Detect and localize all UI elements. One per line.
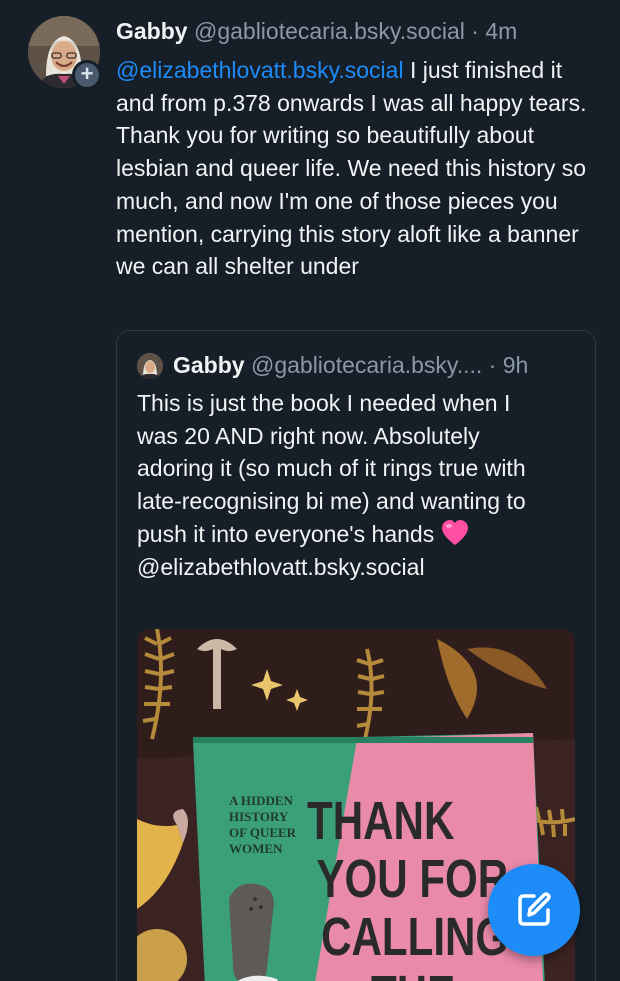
quoted-author-handle[interactable]: @gabliotecaria.bsky....: [251, 352, 482, 378]
quoted-author-avatar: [137, 353, 163, 379]
book-subtitle-line2: HISTORY: [229, 809, 289, 824]
post-item[interactable]: + Gabby @gabliotecaria.bsky.social · 4m …: [0, 0, 620, 981]
pink-heart-icon: [441, 519, 468, 545]
post-header: Gabby @gabliotecaria.bsky.social · 4m: [116, 16, 517, 46]
quoted-post-header: Gabby @gabliotecaria.bsky.... · 9h: [173, 349, 528, 381]
quoted-separator-dot: ·: [488, 352, 497, 378]
quoted-post-time[interactable]: 9h: [503, 352, 529, 378]
quoted-mention[interactable]: @elizabethlovatt.bsky.social: [137, 554, 425, 580]
book-title-line4: THE: [371, 965, 455, 981]
post-text: @elizabethlovatt.bsky.social I just fini…: [116, 54, 606, 283]
compose-icon: [518, 892, 551, 926]
book-title-line3: CALLING: [321, 907, 508, 967]
post-time[interactable]: 4m: [485, 18, 517, 44]
separator-dot: ·: [471, 18, 479, 44]
author-avatar[interactable]: +: [28, 16, 102, 90]
quoted-post-text: This is just the book I needed when I wa…: [137, 387, 537, 583]
compose-button[interactable]: [488, 864, 580, 956]
book-title-line2: YOU FOR: [316, 849, 508, 909]
quoted-author-name[interactable]: Gabby: [173, 352, 245, 378]
post-text-line1: I just: [403, 57, 459, 83]
author-name[interactable]: Gabby: [116, 18, 188, 44]
follow-plus-icon[interactable]: +: [72, 60, 102, 90]
book-subtitle-line3: OF QUEER: [229, 825, 297, 840]
book-subtitle-line4: WOMEN: [229, 841, 283, 856]
book-title-line1: THANK: [307, 791, 454, 851]
book-subtitle-line1: A HIDDEN: [229, 793, 294, 808]
mention-link[interactable]: @elizabethlovatt.bsky.social: [116, 57, 404, 83]
author-handle[interactable]: @gabliotecaria.bsky.social: [194, 18, 465, 44]
post-text-rest: finished it and from p.378 onwards I was…: [116, 57, 587, 280]
